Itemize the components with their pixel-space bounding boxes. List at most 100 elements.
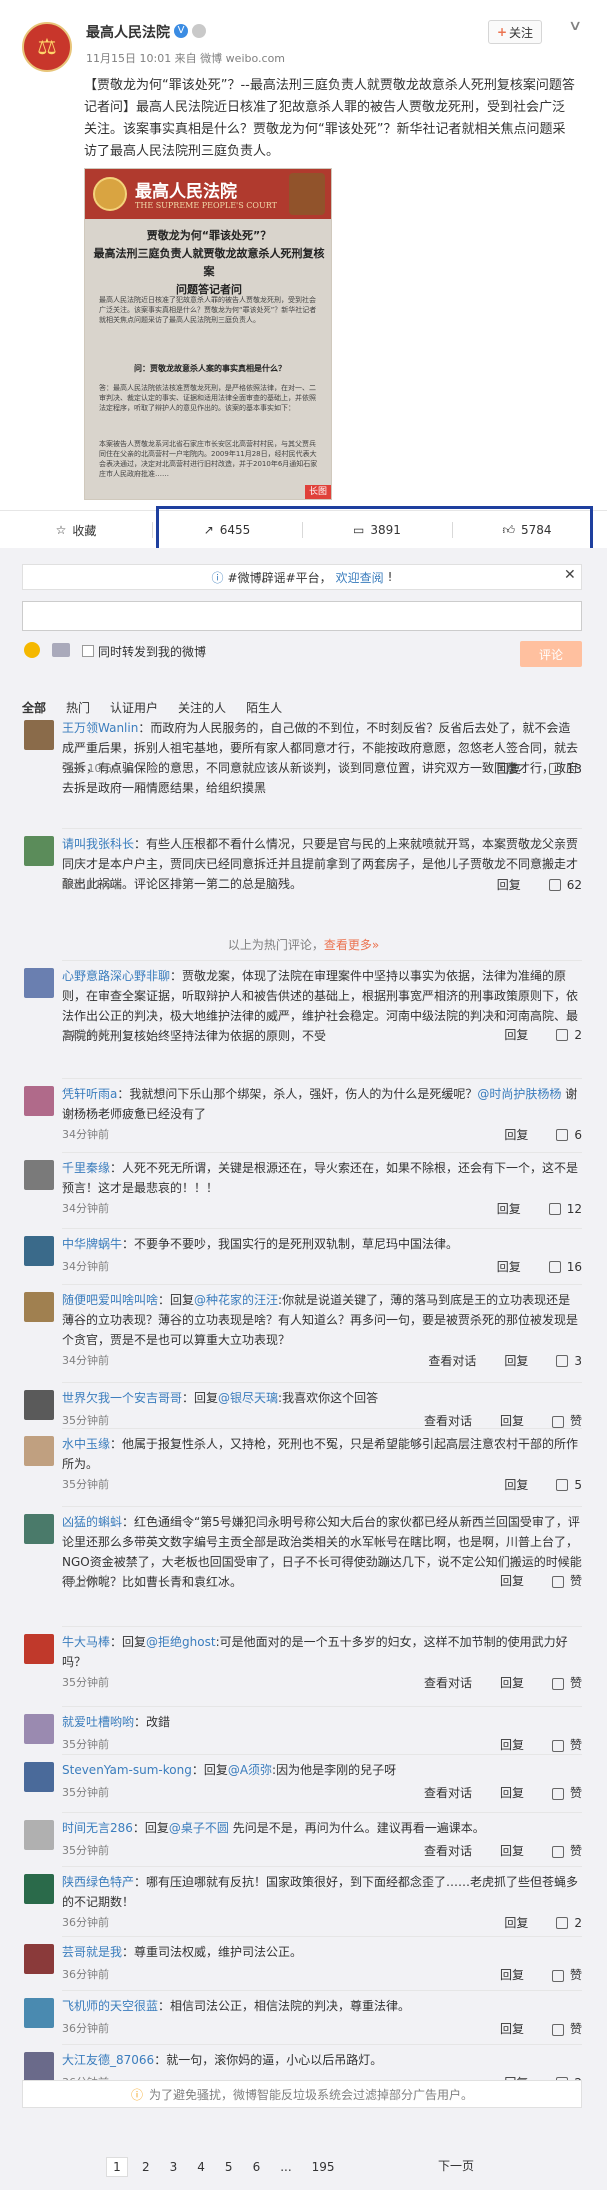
commenter-name[interactable]: 心野意路深心野非聊 bbox=[62, 969, 170, 983]
commenter-avatar[interactable] bbox=[24, 836, 54, 866]
post-image[interactable]: 最高人民法院 THE SUPREME PEOPLE'S COURT 贾敬龙为何“… bbox=[84, 168, 332, 500]
commenter-avatar[interactable] bbox=[24, 1998, 54, 2028]
commenter-name[interactable]: 凭轩听雨a bbox=[62, 1087, 117, 1101]
commenter-name[interactable]: 时间无言286 bbox=[62, 1821, 133, 1835]
mention-link[interactable]: @拒绝ghost bbox=[146, 1635, 216, 1649]
comment-input[interactable] bbox=[22, 601, 582, 631]
collect-button[interactable]: ☆ 收藏 bbox=[0, 511, 152, 549]
reply-button[interactable]: 回复 bbox=[500, 1784, 524, 1801]
comment-like-button[interactable]: 62 bbox=[548, 878, 582, 892]
comment-like-button[interactable]: 6 bbox=[556, 1128, 582, 1142]
commenter-name[interactable]: 凶猛的蝌蚪 bbox=[62, 1515, 122, 1529]
commenter-avatar[interactable] bbox=[24, 1944, 54, 1974]
chevron-down-icon[interactable]: ∨ bbox=[568, 18, 582, 34]
filter-tab-all[interactable]: 全部 bbox=[22, 699, 46, 716]
commenter-name[interactable]: 飞机师的天空很蓝 bbox=[62, 1999, 158, 2013]
reply-button[interactable]: 回复 bbox=[500, 1966, 524, 1983]
mention-link[interactable]: @种花家的汪汪 bbox=[194, 1293, 278, 1307]
commenter-avatar[interactable] bbox=[24, 968, 54, 998]
commenter-name[interactable]: 牛大马棒 bbox=[62, 1635, 110, 1649]
image-upload-icon[interactable] bbox=[52, 643, 70, 657]
comment-like-button[interactable]: 2 bbox=[556, 1028, 582, 1042]
mention-link[interactable]: @银尽天璃 bbox=[218, 1391, 278, 1405]
page-link[interactable]: 5 bbox=[225, 2160, 233, 2174]
view-more-link[interactable]: 查看更多» bbox=[324, 938, 379, 952]
commenter-avatar[interactable] bbox=[24, 1086, 54, 1116]
commenter-avatar[interactable] bbox=[24, 1436, 54, 1466]
commenter-name[interactable]: 千里秦缘 bbox=[62, 1161, 110, 1175]
commenter-name[interactable]: 大江友德_87066 bbox=[62, 2053, 154, 2067]
reply-button[interactable]: 回复 bbox=[500, 1412, 524, 1429]
reply-button[interactable]: 回复 bbox=[497, 1258, 521, 1275]
commenter-name[interactable]: 就爱吐槽哟哟 bbox=[62, 1715, 134, 1729]
comment-like-button[interactable]: 16 bbox=[548, 1260, 582, 1274]
comment-like-button[interactable]: 赞 bbox=[551, 1572, 582, 1589]
commenter-name[interactable]: 随便吧爱叫啥叫啥 bbox=[62, 1293, 158, 1307]
commenter-name[interactable]: 中华牌蜗牛 bbox=[62, 1237, 122, 1251]
comment-like-button[interactable]: 赞 bbox=[551, 1412, 582, 1429]
filter-tab-following[interactable]: 关注的人 bbox=[178, 699, 226, 716]
commenter-avatar[interactable] bbox=[24, 720, 54, 750]
page-link-current[interactable]: 1 bbox=[106, 2157, 128, 2177]
commenter-name[interactable]: 陕西绿色特产 bbox=[62, 1875, 134, 1889]
commenter-avatar[interactable] bbox=[24, 1820, 54, 1850]
forward-checkbox[interactable] bbox=[82, 645, 94, 657]
reply-button[interactable]: 回复 bbox=[500, 1842, 524, 1859]
reply-button[interactable]: 回复 bbox=[497, 876, 521, 893]
view-conversation-button[interactable]: 查看对话 bbox=[424, 1784, 472, 1801]
commenter-avatar[interactable] bbox=[24, 1390, 54, 1420]
reply-button[interactable]: 回复 bbox=[504, 1352, 528, 1369]
follow-button[interactable]: + 关注 bbox=[488, 20, 542, 44]
comment-like-button[interactable]: 赞 bbox=[551, 2020, 582, 2037]
mention-link[interactable]: @时尚护肤杨杨 bbox=[477, 1087, 561, 1101]
commenter-avatar[interactable] bbox=[24, 1634, 54, 1664]
commenter-name[interactable]: 王万领Wanlin bbox=[62, 721, 138, 735]
commenter-avatar[interactable] bbox=[24, 1714, 54, 1744]
reply-button[interactable]: 回复 bbox=[504, 1476, 528, 1493]
reply-button[interactable]: 回复 bbox=[500, 1572, 524, 1589]
mention-link[interactable]: @桌子不圆 bbox=[169, 1821, 229, 1835]
author-name[interactable]: 最高人民法院 bbox=[86, 22, 170, 42]
reply-button[interactable]: 回复 bbox=[497, 760, 521, 777]
reply-button[interactable]: 回复 bbox=[504, 1026, 528, 1043]
reply-button[interactable]: 回复 bbox=[497, 1200, 521, 1217]
commenter-avatar[interactable] bbox=[24, 1762, 54, 1792]
notice-link[interactable]: 欢迎查阅 bbox=[336, 569, 384, 586]
view-conversation-button[interactable]: 查看对话 bbox=[424, 1674, 472, 1691]
reply-button[interactable]: 回复 bbox=[500, 1736, 524, 1753]
page-link[interactable]: 195 bbox=[312, 2160, 335, 2174]
commenter-avatar[interactable] bbox=[24, 1292, 54, 1322]
commenter-name[interactable]: 世界欠我一个安吉哥哥 bbox=[62, 1391, 182, 1405]
comment-like-button[interactable]: 13 bbox=[548, 762, 582, 776]
commenter-name[interactable]: 芸哥就是我 bbox=[62, 1945, 122, 1959]
mention-link[interactable]: @A须弥 bbox=[228, 1763, 272, 1777]
page-link[interactable]: 2 bbox=[142, 2160, 150, 2174]
page-link[interactable]: 4 bbox=[197, 2160, 205, 2174]
emoji-icon[interactable] bbox=[24, 642, 40, 658]
commenter-avatar[interactable] bbox=[24, 1160, 54, 1190]
commenter-avatar[interactable] bbox=[24, 1874, 54, 1904]
view-conversation-button[interactable]: 查看对话 bbox=[424, 1412, 472, 1429]
commenter-avatar[interactable] bbox=[24, 2052, 54, 2082]
comment-like-button[interactable]: 赞 bbox=[551, 1842, 582, 1859]
comment-like-button[interactable]: 3 bbox=[556, 1354, 582, 1368]
comment-like-button[interactable]: 赞 bbox=[551, 1784, 582, 1801]
commenter-name[interactable]: 请叫我张科长 bbox=[62, 837, 134, 851]
author-avatar[interactable]: ⚖ bbox=[22, 22, 72, 72]
view-conversation-button[interactable]: 查看对话 bbox=[424, 1842, 472, 1859]
close-icon[interactable]: ✕ bbox=[564, 567, 576, 583]
page-link[interactable]: 3 bbox=[170, 2160, 178, 2174]
filter-tab-strangers[interactable]: 陌生人 bbox=[246, 699, 282, 716]
commenter-name[interactable]: 水中玉缘 bbox=[62, 1437, 110, 1451]
page-link[interactable]: 6 bbox=[253, 2160, 261, 2174]
submit-comment-button[interactable]: 评论 bbox=[520, 641, 582, 667]
comment-like-button[interactable]: 12 bbox=[548, 1202, 582, 1216]
commenter-avatar[interactable] bbox=[24, 1236, 54, 1266]
next-page-button[interactable]: 下一页 bbox=[438, 2157, 474, 2174]
comment-like-button[interactable]: 赞 bbox=[551, 1674, 582, 1691]
reply-button[interactable]: 回复 bbox=[500, 1674, 524, 1691]
filter-tab-hot[interactable]: 热门 bbox=[66, 699, 90, 716]
comment-like-button[interactable]: 5 bbox=[556, 1478, 582, 1492]
comment-like-button[interactable]: 赞 bbox=[551, 1736, 582, 1753]
commenter-name[interactable]: StevenYam-sum-kong bbox=[62, 1763, 192, 1777]
